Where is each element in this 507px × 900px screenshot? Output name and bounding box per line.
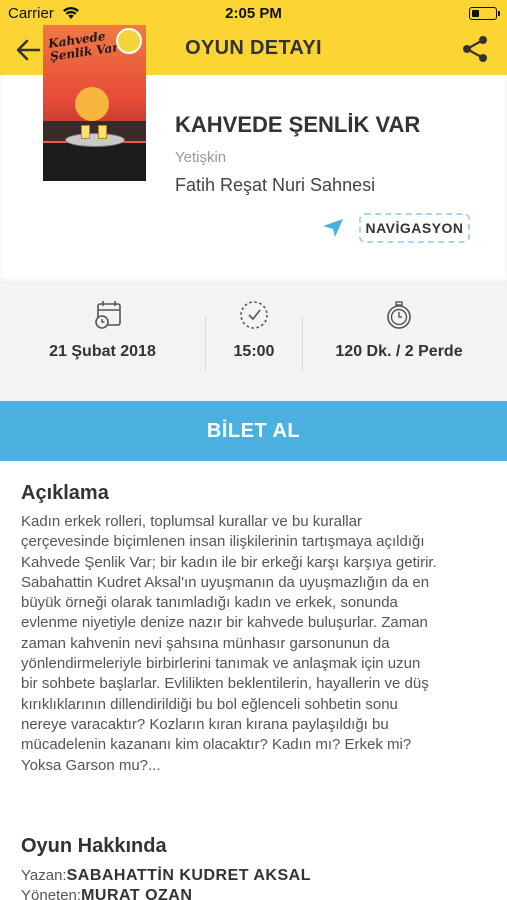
calendar-icon bbox=[95, 301, 121, 329]
play-meta-row: 21 Şubat 2018 15:00 120 Dk. / 2 Perde bbox=[0, 283, 507, 401]
play-category: Yetişkin bbox=[175, 149, 227, 166]
buy-ticket-button[interactable]: BİLET AL bbox=[0, 401, 507, 461]
play-poster: Kahvede Şenlik Var bbox=[43, 25, 146, 181]
description-line: mücadelenin kazananı kim olacaktır? Kadı… bbox=[21, 736, 412, 754]
battery-icon bbox=[469, 7, 500, 20]
director-name: MURAT OZAN bbox=[81, 887, 193, 900]
stopwatch-icon bbox=[387, 301, 411, 329]
status-bar: Carrier 2:05 PM bbox=[0, 0, 507, 28]
description-line: nereye varacaktır? Kozların kıran kırana… bbox=[21, 715, 389, 733]
writer-name: SABAHATTİN KUDRET AKSAL bbox=[66, 867, 311, 884]
date-value: 21 Şubat 2018 bbox=[49, 343, 156, 360]
description-line: zaman kahvenin nevi şahsına münhasır gar… bbox=[21, 634, 390, 652]
navigation-button[interactable]: NAVİGASYON bbox=[359, 213, 470, 243]
duration-value: 120 Dk. / 2 Perde bbox=[335, 343, 463, 360]
description-line: yönlendirmeleriyle birbirlerini tanımak … bbox=[21, 655, 421, 673]
description-line: büyük örneği olarak tanımladığı kadın ve… bbox=[21, 594, 398, 612]
director-line: Yöneten:MURAT OZAN bbox=[21, 887, 192, 900]
clock-icon bbox=[240, 301, 268, 329]
time-value: 15:00 bbox=[233, 343, 275, 360]
status-time: 2:05 PM bbox=[225, 5, 282, 22]
about-heading: Oyun Hakkında bbox=[21, 835, 167, 857]
writer-label: Yazan: bbox=[21, 867, 67, 884]
description-line: Kahvede Şenlik Var; bir kadın ile bir er… bbox=[21, 553, 437, 571]
director-label: Yöneten: bbox=[21, 887, 82, 900]
date-cell: 21 Şubat 2018 bbox=[0, 283, 205, 401]
description-heading: Açıklama bbox=[21, 482, 109, 504]
description-line: Sabahattin Kudret Aksal'ın uyuşmanın da … bbox=[21, 573, 430, 591]
theatre-logo-badge bbox=[116, 28, 142, 54]
venue-name: Fatih Reşat Nuri Sahnesi bbox=[175, 175, 376, 195]
share-icon[interactable] bbox=[459, 33, 491, 65]
description-line: Kadın erkek rolleri, toplumsal kurallar … bbox=[21, 513, 362, 530]
description-line: kırıklıklarının dillendirildiği bu bol e… bbox=[21, 695, 398, 713]
location-arrow-icon[interactable] bbox=[322, 218, 344, 238]
description-line: evlenme niyetiyle denize nazır bir kahve… bbox=[21, 614, 428, 632]
description-line: bir sohbete başlarlar. Evlilikten beklen… bbox=[21, 675, 429, 693]
time-cell: 15:00 bbox=[206, 283, 302, 401]
writer-line: Yazan:SABAHATTİN KUDRET AKSAL bbox=[21, 867, 311, 885]
play-title: KAHVEDE ŞENLİK VAR bbox=[175, 112, 421, 137]
description-line: Yoksa Garson mu?... bbox=[21, 756, 161, 774]
description-text: Kadın erkek rolleri, toplumsal kurallar … bbox=[21, 512, 481, 776]
description-line: çerçevesinde biçimlenen insan ilişkileri… bbox=[21, 533, 425, 551]
duration-cell: 120 Dk. / 2 Perde bbox=[303, 283, 495, 401]
